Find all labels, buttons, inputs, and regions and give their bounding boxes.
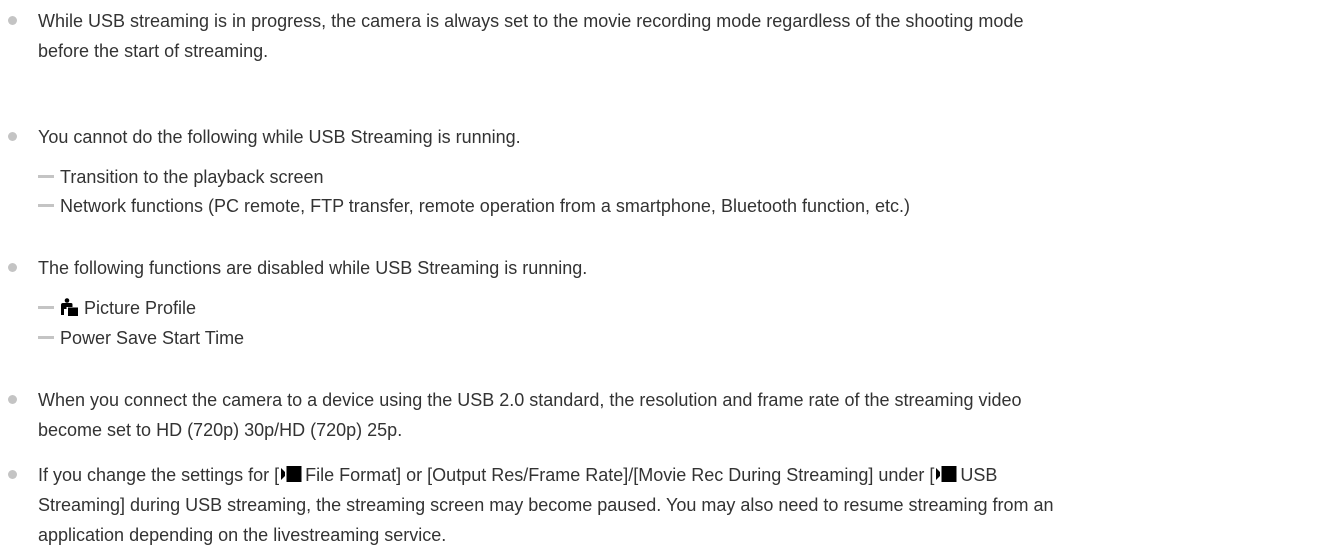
- sub-item-text: Network functions (PC remote, FTP transf…: [60, 196, 911, 216]
- dash-icon: [38, 204, 54, 208]
- note-text: When you connect the camera to a device …: [38, 390, 1022, 440]
- note-text: The following functions are disabled whi…: [38, 258, 588, 278]
- note-text-part: USB: [960, 465, 998, 485]
- bullet-icon: [8, 470, 17, 479]
- bullet-icon: [8, 132, 17, 141]
- dash-icon: [38, 336, 54, 340]
- note-text: If you change the settings for [ File Fo…: [38, 460, 1313, 550]
- sub-item-text: Transition to the playback screen: [60, 167, 324, 187]
- bullet-icon: [8, 395, 17, 404]
- movie-icon: [936, 466, 957, 483]
- note-text: While USB streaming is in progress, the …: [38, 11, 1024, 61]
- movie-icon: [281, 466, 302, 483]
- note-text-part: File Format] or [Output Res/Frame Rate]/…: [305, 465, 935, 485]
- note-text: You cannot do the following while USB St…: [38, 127, 521, 147]
- sub-list-item: Power Save Start Time: [38, 325, 244, 351]
- picture-profile-icon: [61, 298, 78, 317]
- sub-list-item: Picture Profile: [38, 295, 196, 321]
- dash-icon: [38, 306, 54, 310]
- bullet-icon: [8, 16, 17, 25]
- dash-icon: [38, 175, 54, 179]
- sub-item-text: Picture Profile: [84, 298, 197, 318]
- sub-list-item: Network functions (PC remote, FTP transf…: [38, 193, 910, 219]
- notes-list: While USB streaming is in progress, the …: [0, 0, 1325, 545]
- sub-item-text: Power Save Start Time: [60, 328, 245, 348]
- sub-list-item: Transition to the playback screen: [38, 164, 323, 190]
- note-text-part: Streaming] during USB streaming, the str…: [38, 495, 1054, 545]
- note-text-part: If you change the settings for [: [38, 465, 280, 485]
- bullet-icon: [8, 263, 17, 272]
